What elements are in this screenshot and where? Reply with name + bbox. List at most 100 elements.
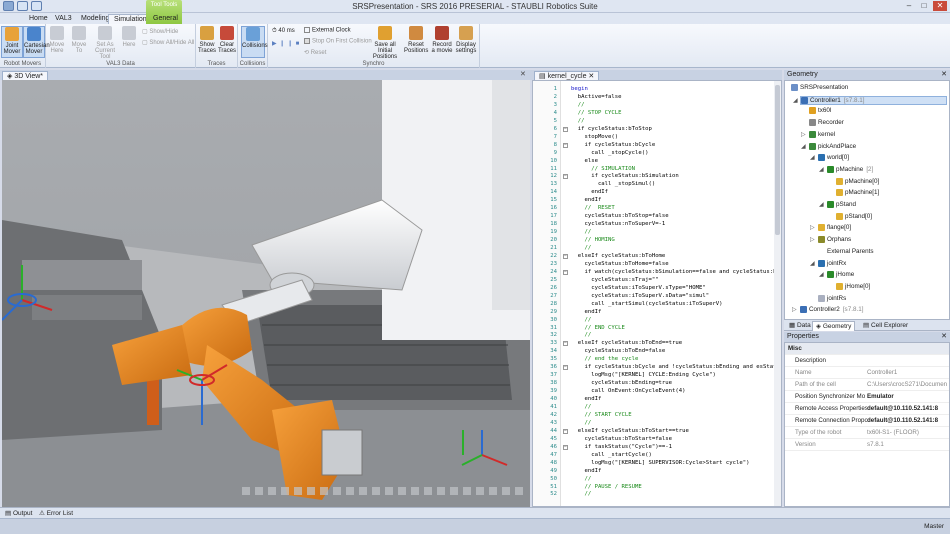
geometry-tree[interactable]: SRSPresentation ◢ Controller1 [s7.8.1] tx60l… [784, 80, 950, 320]
property-value[interactable]: tx60l-S1- (FLOOR) [867, 427, 947, 438]
expand-toggle-icon[interactable]: ◢ [819, 201, 824, 208]
expand-toggle-icon[interactable]: ◢ [793, 97, 798, 104]
tree-node[interactable]: ◢ pMachine [2] [819, 165, 873, 173]
tree-node-icon [809, 119, 816, 127]
tab-val3[interactable]: VAL3 [50, 14, 77, 24]
tab-cell-explorer[interactable]: ▤ Cell Explorer [860, 321, 911, 331]
tab-geometry[interactable]: ◈ Geometry [812, 321, 856, 331]
property-value[interactable]: C:\Users\crocS271\Documents [867, 379, 947, 390]
tree-node[interactable]: ▷ Orphans [810, 236, 851, 243]
tree-node[interactable]: Recorder [809, 119, 844, 126]
fold-toggle-icon[interactable]: − [563, 269, 568, 275]
tree-node[interactable]: External Parents [818, 247, 874, 255]
fold-toggle-icon[interactable]: − [563, 365, 568, 371]
tree-node[interactable]: pStand[0] [836, 212, 872, 220]
panel-close-icon[interactable]: ✕ [941, 332, 947, 342]
property-row[interactable]: Position Synchronizer Mo Emulator [785, 391, 949, 403]
expand-toggle-icon[interactable]: ◢ [819, 166, 824, 173]
speed-field[interactable]: ⏱ 40 ms [272, 28, 295, 35]
tree-node[interactable]: tx60l [809, 107, 831, 115]
properties-grid[interactable]: Misc Description Name Controller1 Path of t… [784, 342, 950, 507]
tree-node[interactable]: ▷ Controller2 [s7.8.1] [792, 306, 863, 313]
save-initial-positions-button[interactable]: Save all Initial Positions [368, 26, 402, 60]
show-all-hide-all-button[interactable]: ▢ Show All/Hide All [142, 39, 194, 46]
fold-toggle-icon[interactable]: − [563, 142, 568, 148]
tab-output[interactable]: ▤ Output [2, 509, 35, 518]
expand-toggle-icon[interactable]: ▷ [810, 224, 815, 231]
reset-positions-button[interactable]: Reset Positions [404, 26, 428, 54]
property-row[interactable]: Remote Connection Propo default@10.110.52… [785, 415, 949, 427]
joint-mover-button[interactable]: Joint Mover [1, 26, 23, 58]
tree-node[interactable]: ▷ kernel [801, 130, 835, 138]
3d-viewport[interactable] [2, 80, 530, 507]
property-value[interactable]: default@10.110.52.141:8 [867, 415, 947, 426]
tree-node[interactable]: ◢ world[0] [810, 154, 849, 161]
property-row[interactable]: Description [785, 355, 949, 367]
here-button[interactable]: Here [118, 26, 140, 48]
expand-toggle-icon[interactable]: ▷ [792, 306, 797, 313]
editor-scrollbar[interactable] [774, 81, 781, 506]
stop-on-collision-check[interactable]: Stop On First Collision [304, 38, 372, 45]
expand-toggle-icon[interactable]: ◢ [819, 271, 824, 278]
clear-traces-button[interactable]: Clear Traces [216, 26, 238, 54]
tree-node[interactable]: ◢ jHome [819, 271, 854, 278]
external-clock-check[interactable]: External Clock [304, 27, 351, 34]
fold-toggle-icon[interactable]: − [563, 428, 568, 434]
fold-toggle-icon[interactable]: − [563, 174, 568, 180]
panel-close-icon[interactable]: ✕ [941, 70, 947, 80]
fold-toggle-icon[interactable]: − [563, 444, 568, 450]
property-row[interactable]: Remote Access Properties default@10.110.5… [785, 403, 949, 415]
tab-data[interactable]: ▦ Data [786, 321, 814, 331]
close-view-icon[interactable]: ✕ [520, 70, 526, 78]
fold-toggle-icon[interactable]: − [563, 253, 568, 259]
expand-toggle-icon[interactable]: ▷ [810, 236, 815, 243]
collisions-button[interactable]: Collisions [241, 26, 268, 58]
property-value[interactable]: s7.8.1 [867, 439, 947, 450]
tab-error-list[interactable]: ⚠ Error List [36, 509, 76, 518]
reset-button[interactable]: ⟲ Reset [304, 49, 326, 56]
display-settings-button[interactable]: Display settings [454, 26, 478, 54]
property-value[interactable]: Controller1 [867, 367, 947, 378]
expand-toggle-icon[interactable]: ◢ [810, 154, 815, 161]
show-hide-button[interactable]: ▢ Show/Hide [142, 28, 178, 35]
maximize-button[interactable]: □ [917, 1, 931, 11]
property-value[interactable]: Emulator [867, 391, 947, 402]
set-as-current-tool-button[interactable]: Set As Current Tool [90, 26, 120, 60]
minimize-button[interactable]: – [902, 1, 916, 11]
tree-node[interactable]: ◢ jointRx [810, 259, 846, 267]
tree-node[interactable]: pMachine[1] [836, 189, 879, 196]
property-row[interactable]: Name Controller1 [785, 367, 949, 379]
property-row[interactable]: Version s7.8.1 [785, 439, 949, 451]
tree-node[interactable]: jointRs [818, 294, 846, 302]
tree-node[interactable]: ◢ pickAndPlace [801, 142, 856, 150]
move-to-button[interactable]: Move To [68, 26, 90, 54]
cartesian-mover-button[interactable]: Cartesian Mover [23, 26, 50, 58]
expand-toggle-icon[interactable]: ◢ [801, 143, 806, 150]
fold-toggle-icon[interactable]: − [563, 341, 568, 347]
fold-toggle-icon[interactable]: − [563, 126, 568, 132]
scrollbar-thumb[interactable] [775, 85, 780, 235]
tree-node[interactable]: ▷ flange[0] [810, 224, 851, 232]
property-value[interactable]: default@10.110.52.141:8 [867, 403, 947, 414]
expand-toggle-icon[interactable]: ▷ [801, 131, 806, 138]
show-traces-button[interactable]: Show Traces [196, 26, 218, 54]
tree-node[interactable]: ◢ Controller1 [s7.8.1] [793, 95, 947, 105]
record-movie-button[interactable]: Record a movie [430, 26, 454, 54]
tab-home[interactable]: Home [24, 14, 53, 24]
expand-toggle-icon[interactable]: ◢ [810, 260, 815, 267]
tab-kernel-cycle[interactable]: ▤ kernel_cycle ✕ [534, 71, 600, 80]
close-button[interactable]: ✕ [933, 1, 947, 11]
tab-3d-view[interactable]: ◈ 3D View* [2, 71, 48, 80]
tree-node[interactable]: pMachine[0] [836, 177, 879, 185]
property-row[interactable]: Path of the cell C:\Users\crocS271\Docume… [785, 379, 949, 391]
playback-controls[interactable]: ▶❙❙■ [272, 40, 302, 47]
property-row[interactable]: Type of the robot tx60l-S1- (FLOOR) [785, 427, 949, 439]
tree-node[interactable]: SRSPresentation [791, 84, 848, 91]
tree-node[interactable]: ◢ pStand [819, 201, 856, 208]
tab-general[interactable]: General [148, 14, 183, 24]
tree-node-icon [801, 96, 808, 104]
tree-node[interactable]: jHome[0] [836, 282, 870, 290]
code-editor[interactable]: 1 2 3 4 5 6 7 8 9 10 11 12 13 14 15 16 17 18 19 20 21 22 23 24 2… [532, 80, 782, 507]
property-category[interactable]: Misc [785, 343, 949, 355]
move-here-button[interactable]: Move Here [46, 26, 68, 54]
